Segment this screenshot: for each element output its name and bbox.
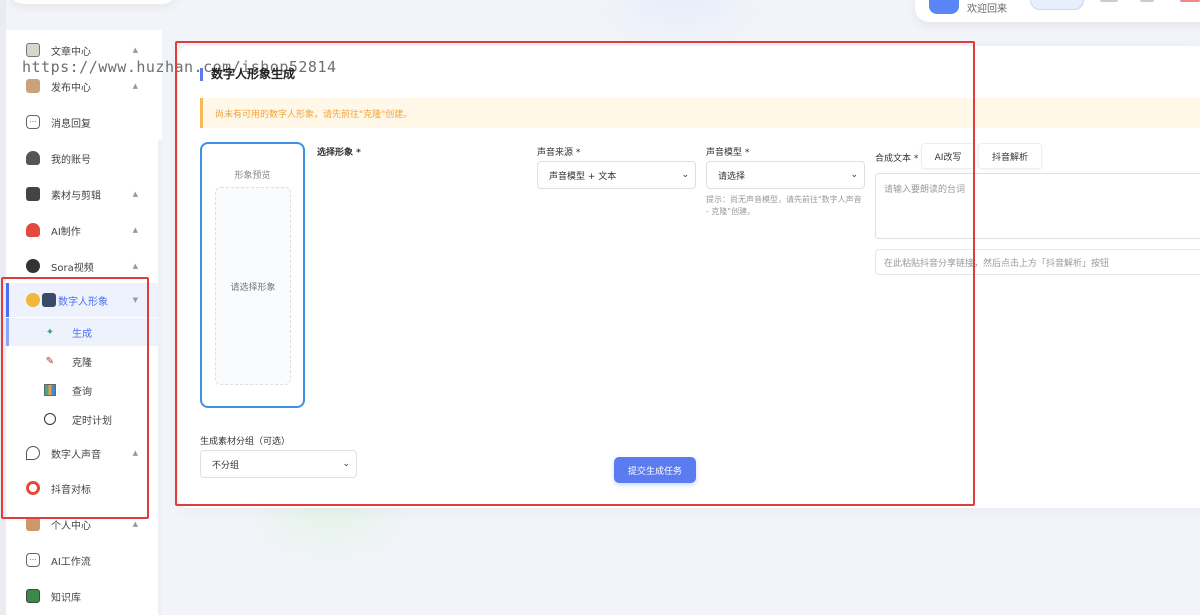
sidebar-item-label: 数字人声音 xyxy=(51,449,101,461)
sidebar-item-label: 个人中心 xyxy=(51,520,91,532)
top-header: 欢迎回来 xyxy=(0,0,1200,38)
sidebar-item-profile[interactable]: 个人中心 ▲ xyxy=(6,507,158,541)
group-value: 不分组 xyxy=(212,460,240,471)
sidebar-item-label: 发布中心 xyxy=(51,82,91,94)
group-select[interactable]: 不分组 ⌄ xyxy=(200,450,357,478)
digital-human-icon xyxy=(26,293,40,307)
voice-model-select[interactable]: 请选择 ⌄ xyxy=(706,161,865,189)
workflow-icon: ··· xyxy=(26,553,40,567)
alert-text: 尚未有可用的数字人形象，请先前往"克隆"创建。 xyxy=(215,109,413,120)
sidebar-item-digital-human[interactable]: 数字人形象 ▼ xyxy=(6,283,158,317)
sidebar-subitem-query[interactable]: 查询 xyxy=(6,376,158,404)
header-left-card xyxy=(8,0,178,4)
sidebar-subitem-clone[interactable]: ✎ 克隆 xyxy=(6,347,158,375)
sidebar-item-label: 知识库 xyxy=(51,592,81,604)
preview-placeholder-text: 请选择形象 xyxy=(230,282,276,293)
voice-model-hint: 提示：尚无声音模型，请先前往"数字人声音 - 克隆"创建。 xyxy=(706,195,862,216)
sidebar-subitem-label: 查询 xyxy=(72,386,92,398)
points-badge[interactable] xyxy=(1030,0,1084,10)
active-indicator xyxy=(6,283,9,317)
user-icon xyxy=(26,151,40,165)
active-indicator xyxy=(6,318,9,346)
chevron-up-icon: ▲ xyxy=(132,46,138,54)
sidebar-item-label: AI制作 xyxy=(51,226,81,238)
sidebar-item-knowledge[interactable]: 知识库 xyxy=(6,579,158,613)
select-avatar-label: 选择形象 * xyxy=(317,148,361,158)
sidebar-item-materials[interactable]: 素材与剪辑 ▲ xyxy=(6,177,158,211)
sidebar-item-label: Sora视频 xyxy=(51,262,94,274)
sidebar-item-label: AI工作流 xyxy=(51,556,91,568)
submit-button[interactable]: 提交生成任务 xyxy=(614,457,696,483)
voice-model-value: 请选择 xyxy=(718,171,746,182)
sidebar-item-messages[interactable]: ··· 消息回复 xyxy=(6,105,158,139)
sidebar-item-digital-voice[interactable]: 数字人声音 ▲ xyxy=(6,436,158,470)
chevron-up-icon: ▲ xyxy=(132,82,138,90)
sidebar-subitem-label: 定时计划 xyxy=(72,415,112,427)
sidebar-subitem-schedule[interactable]: 定时计划 xyxy=(6,405,158,433)
chevron-up-icon: ▲ xyxy=(132,190,138,198)
voice-model-label: 声音模型 * xyxy=(706,148,750,158)
sidebar-item-label: 数字人形象 xyxy=(58,296,108,308)
page-title: 数字人形象生成 xyxy=(200,68,295,81)
flask-icon xyxy=(26,223,40,237)
voice-source-value: 声音模型 + 文本 xyxy=(549,171,617,182)
sidebar-subitem-label: 克隆 xyxy=(72,357,92,369)
chevron-up-icon: ▲ xyxy=(132,262,138,270)
syringe-icon: ✎ xyxy=(45,355,55,367)
sidebar-item-label: 消息回复 xyxy=(51,118,91,130)
sidebar-item-label: 我的账号 xyxy=(51,154,91,166)
box-icon xyxy=(26,79,40,93)
sidebar-item-label: 素材与剪辑 xyxy=(51,190,101,202)
welcome-text: 欢迎回来 xyxy=(967,4,1007,15)
voice-source-select[interactable]: 声音模型 + 文本 ⌄ xyxy=(537,161,696,189)
chat-icon: ··· xyxy=(26,115,40,129)
sidebar-item-ai-create[interactable]: AI制作 ▲ xyxy=(6,213,158,247)
chevron-down-icon: ⌄ xyxy=(850,170,858,180)
chevron-up-icon: ▲ xyxy=(132,520,138,528)
chevron-up-icon: ▲ xyxy=(132,449,138,457)
sparkle-icon: ✦ xyxy=(45,326,55,338)
notebook-icon xyxy=(26,43,40,57)
person-icon xyxy=(26,517,40,531)
chevron-down-icon: ▼ xyxy=(132,296,138,304)
robot-icon xyxy=(26,259,40,273)
chevron-down-icon: ⌄ xyxy=(342,459,350,469)
voice-source-label: 声音来源 * xyxy=(537,148,581,158)
warning-alert: 尚未有可用的数字人形象，请先前往"克隆"创建。 xyxy=(200,98,1200,128)
laptop-icon xyxy=(42,293,56,307)
logout-link[interactable] xyxy=(1180,0,1200,2)
stopwatch-icon xyxy=(44,413,56,425)
sidebar-item-douyin-benchmark[interactable]: 抖音对标 xyxy=(6,471,158,505)
preview-placeholder: 请选择形象 xyxy=(215,187,291,385)
create-button[interactable] xyxy=(929,0,959,14)
avatar-preview-box[interactable]: 形象预览 请选择形象 xyxy=(200,142,305,408)
sidebar-item-sora[interactable]: Sora视频 ▲ xyxy=(6,249,158,283)
text-label: 合成文本 * xyxy=(875,154,919,164)
douyin-parse-button[interactable]: 抖音解析 xyxy=(978,143,1042,169)
header-link[interactable] xyxy=(1140,0,1154,2)
sidebar-item-label: 文章中心 xyxy=(51,46,91,58)
sidebar-item-account[interactable]: 我的账号 xyxy=(6,141,158,175)
film-icon xyxy=(26,187,40,201)
sidebar-subitem-generate[interactable]: ✦ 生成 xyxy=(6,318,158,346)
book-icon xyxy=(26,589,40,603)
target-icon xyxy=(26,481,40,495)
script-textarea[interactable]: 请输入要朗读的台词 xyxy=(875,173,1200,239)
chart-icon xyxy=(44,384,56,396)
preview-label: 形象预览 xyxy=(234,171,271,181)
douyin-link-input[interactable]: 在此粘贴抖音分享链接，然后点击上方「抖音解析」按钮 xyxy=(875,249,1200,275)
sidebar: 文章中心 ▲ 发布中心 ▲ ··· 消息回复 我的账号 素材与剪辑 ▲ AI制作… xyxy=(6,30,162,615)
group-label: 生成素材分组（可选） xyxy=(200,437,291,447)
header-link[interactable] xyxy=(1100,0,1118,2)
douyin-link-placeholder: 在此粘贴抖音分享链接，然后点击上方「抖音解析」按钮 xyxy=(884,258,1110,269)
sidebar-item-label: 抖音对标 xyxy=(51,484,91,496)
ai-rewrite-button[interactable]: AI改写 xyxy=(921,143,975,169)
voice-icon xyxy=(26,446,40,460)
sidebar-subitem-label: 生成 xyxy=(72,328,92,340)
chevron-up-icon: ▲ xyxy=(132,226,138,234)
chevron-down-icon: ⌄ xyxy=(681,170,689,180)
sidebar-scrollbar[interactable] xyxy=(158,140,162,615)
sidebar-item-ai-workflow[interactable]: ··· AI工作流 xyxy=(6,543,158,577)
